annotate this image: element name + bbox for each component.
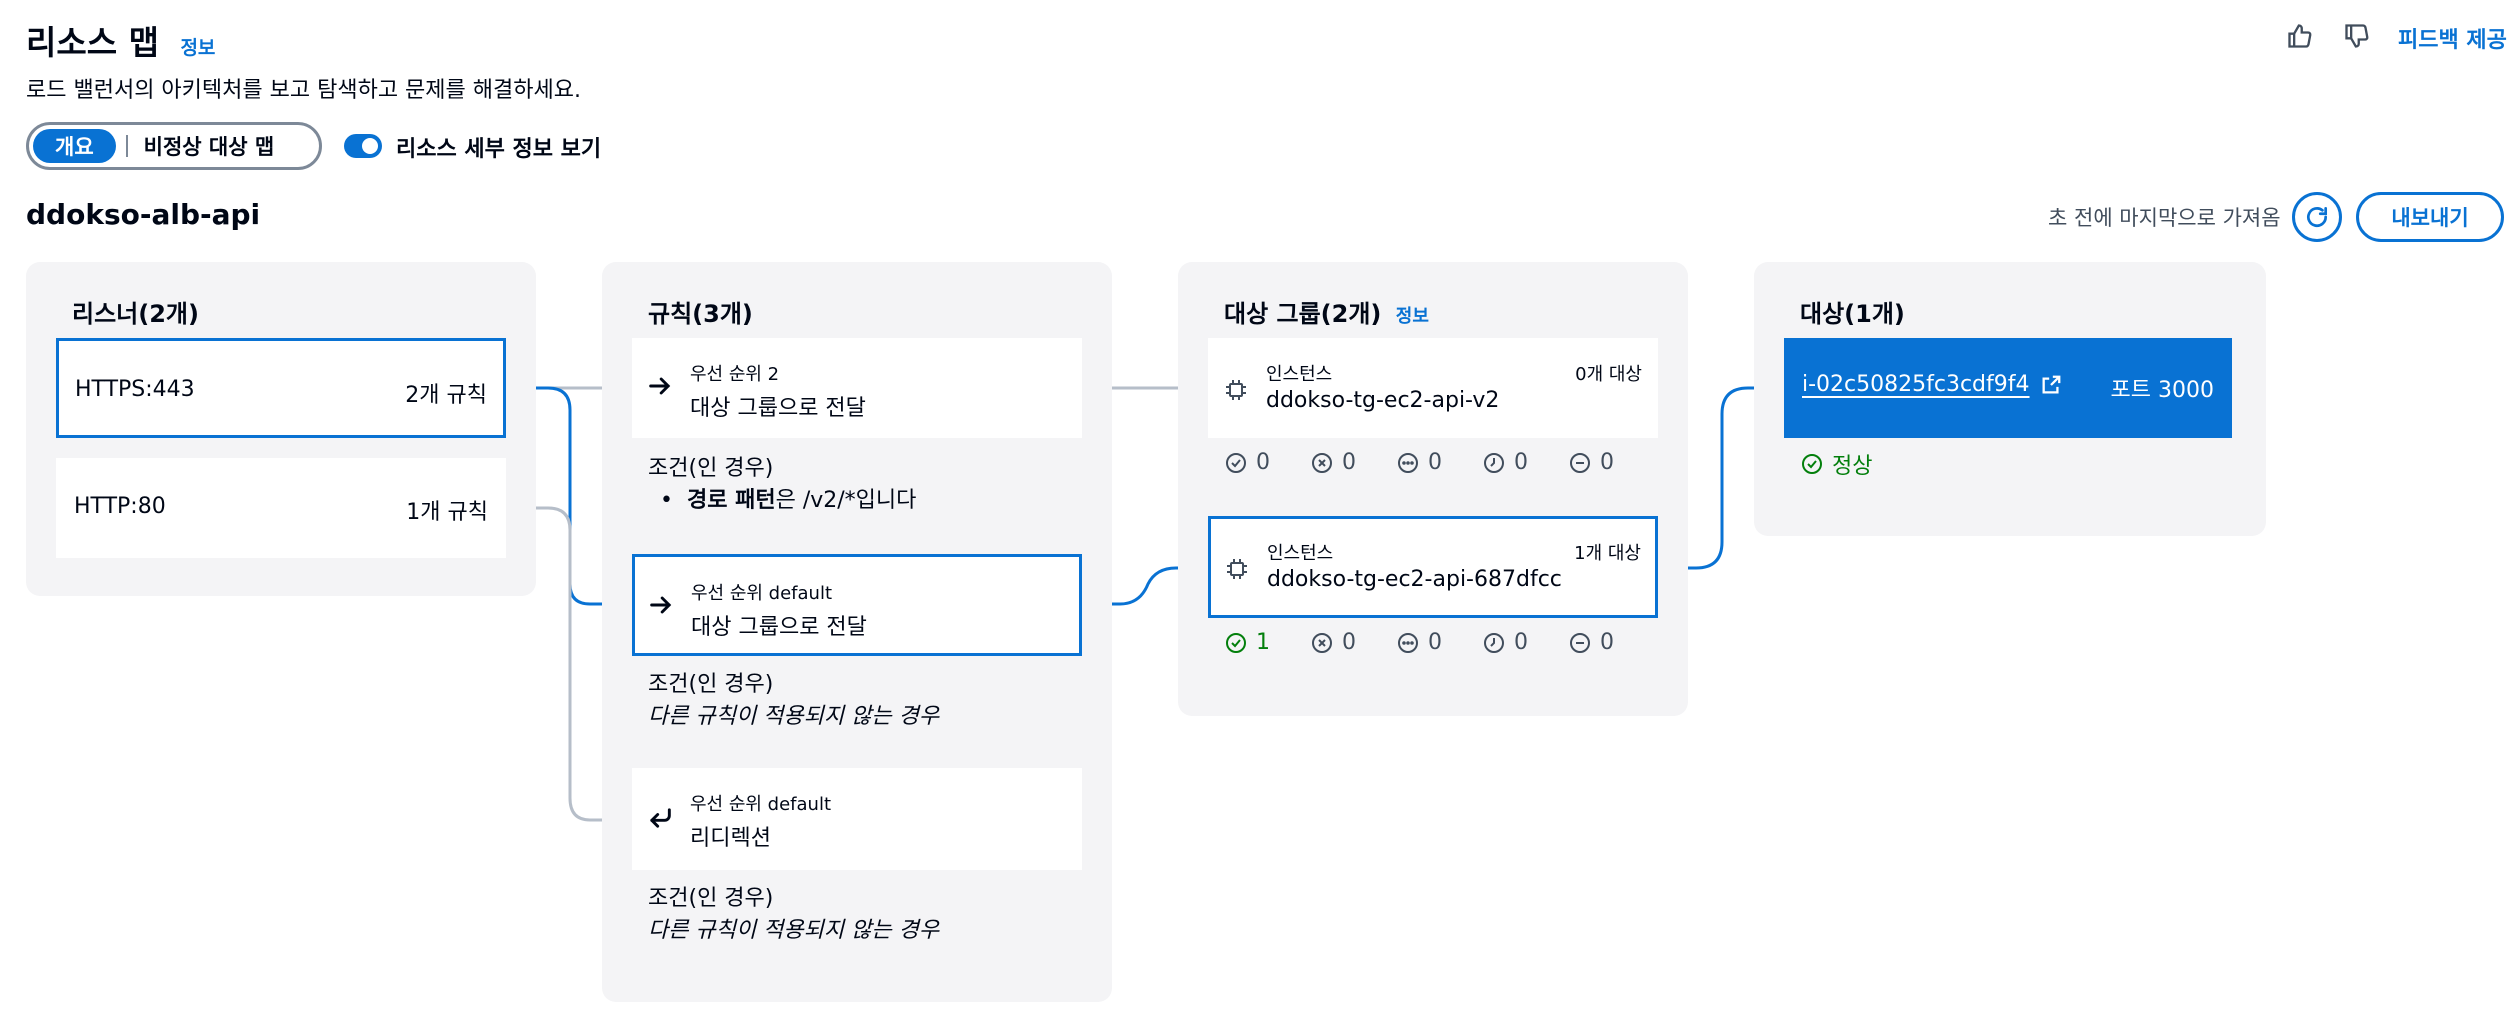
draining-icon — [1484, 452, 1504, 473]
stat-unused: 0 — [1396, 450, 1442, 475]
rule-priority: 우선 순위 default — [691, 583, 833, 604]
target-group-stats: 0 0 0 0 0 — [1224, 450, 1614, 475]
listeners-title: 리스너(2개) — [72, 300, 199, 328]
rule-card[interactable]: 우선 순위 default 리디렉션 — [632, 768, 1082, 870]
target-group-count: 0개 대상 — [1575, 364, 1642, 385]
target-groups-panel: 대상 그룹(2개) 정보 인스턴스 0개 대상 ddokso-tg-ec2-ap… — [1178, 262, 1688, 716]
stat-unused: 0 — [1396, 630, 1442, 655]
unavailable-icon — [1570, 452, 1590, 473]
rule-priority: 우선 순위 2 — [690, 364, 780, 385]
rules-title: 규칙(3개) — [648, 300, 753, 328]
stat-unhealthy: 0 — [1310, 630, 1356, 655]
unused-icon — [1398, 452, 1418, 473]
listeners-panel: 리스너(2개) HTTPS:443 2개 규칙 HTTP:80 1개 규칙 — [26, 262, 536, 596]
rule-condition-text: 다른 규칙이 적용되지 않는 경우 — [648, 918, 940, 943]
rule-condition-text: 다른 규칙이 적용되지 않는 경우 — [648, 704, 940, 729]
draining-icon — [1484, 632, 1504, 653]
rule-priority: 우선 순위 default — [690, 794, 832, 815]
target-group-type: 인스턴스 — [1267, 543, 1334, 564]
target-group-card[interactable]: 인스턴스 0개 대상 ddokso-tg-ec2-api-v2 — [1208, 338, 1658, 438]
rule-action: 대상 그룹으로 전달 — [690, 396, 866, 421]
target-group-stats: 1 0 0 0 0 — [1224, 630, 1614, 655]
healthy-icon — [1226, 632, 1246, 653]
target-group-name: ddokso-tg-ec2-api-v2 — [1266, 388, 1500, 413]
rules-panel: 규칙(3개) 우선 순위 2 대상 그룹으로 전달 조건(인 경우) • 경로 패… — [602, 262, 1112, 1002]
healthy-icon — [1226, 452, 1246, 473]
target-group-type: 인스턴스 — [1266, 364, 1333, 385]
target-instance-link[interactable]: i-02c50825fc3cdf9f4 — [1802, 372, 2062, 397]
target-group-card[interactable]: 인스턴스 1개 대상 ddokso-tg-ec2-api-687dfcc — [1208, 516, 1658, 618]
rule-action: 리디렉션 — [690, 826, 771, 851]
target-port: 포트 3000 — [2110, 378, 2214, 403]
stat-unavailable: 0 — [1568, 450, 1614, 475]
chip-icon — [1225, 557, 1249, 585]
arrow-right-icon — [646, 372, 674, 404]
rule-action: 대상 그룹으로 전달 — [691, 615, 867, 640]
stat-healthy: 1 — [1224, 630, 1270, 655]
info-link[interactable]: 정보 — [1396, 306, 1429, 327]
listener-rule-count: 1개 규칙 — [406, 500, 488, 525]
unhealthy-icon — [1312, 632, 1332, 653]
rule-card[interactable]: 우선 순위 default 대상 그룹으로 전달 — [632, 554, 1082, 656]
rule-condition-title: 조건(인 경우) — [648, 672, 774, 697]
targets-title: 대상(1개) — [1800, 300, 1905, 328]
listener-name: HTTP:80 — [74, 494, 166, 519]
stat-draining: 0 — [1482, 630, 1528, 655]
redirect-icon — [646, 804, 674, 836]
target-card[interactable]: i-02c50825fc3cdf9f4 포트 3000 — [1784, 338, 2232, 438]
unused-icon — [1398, 632, 1418, 653]
external-link-icon — [2042, 375, 2060, 393]
chip-icon — [1224, 378, 1248, 406]
rule-condition-title: 조건(인 경우) — [648, 456, 774, 481]
healthy-icon — [1802, 454, 1822, 474]
target-group-count: 1개 대상 — [1574, 543, 1641, 564]
rule-condition-title: 조건(인 경우) — [648, 886, 774, 911]
listener-name: HTTPS:443 — [75, 377, 195, 402]
listener-card[interactable]: HTTP:80 1개 규칙 — [56, 458, 506, 558]
stat-unhealthy: 0 — [1310, 450, 1356, 475]
unavailable-icon — [1570, 632, 1590, 653]
target-status: 정상 — [1800, 448, 1872, 480]
unhealthy-icon — [1312, 452, 1332, 473]
target-groups-title: 대상 그룹(2개) 정보 — [1224, 300, 1429, 328]
stat-unavailable: 0 — [1568, 630, 1614, 655]
stat-healthy: 0 — [1224, 450, 1270, 475]
listener-card[interactable]: HTTPS:443 2개 규칙 — [56, 338, 506, 438]
stat-draining: 0 — [1482, 450, 1528, 475]
arrow-right-icon — [647, 591, 675, 623]
rule-condition-item: • 경로 패턴은 /v2/*입니다 — [660, 488, 917, 513]
rule-card[interactable]: 우선 순위 2 대상 그룹으로 전달 — [632, 338, 1082, 438]
target-group-name: ddokso-tg-ec2-api-687dfcc — [1267, 567, 1562, 592]
listener-rule-count: 2개 규칙 — [405, 383, 487, 408]
